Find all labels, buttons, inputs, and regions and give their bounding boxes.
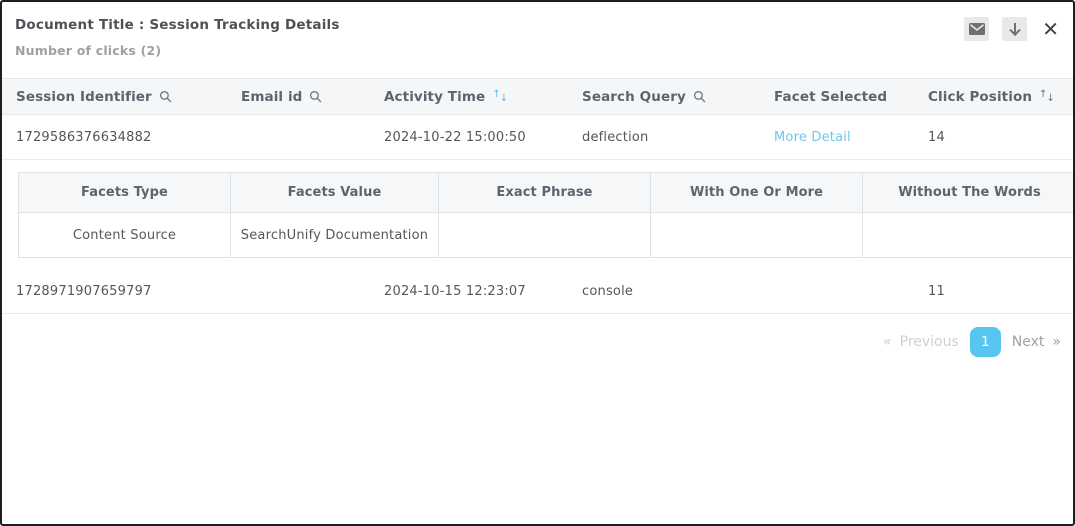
more-detail-link[interactable]: More Detail bbox=[774, 130, 851, 145]
facets-header-row: Facets Type Facets Value Exact Phrase Wi… bbox=[19, 173, 1075, 213]
mail-icon bbox=[969, 23, 985, 35]
column-header-email-id[interactable]: Email id bbox=[227, 79, 370, 114]
cell-search-query: console bbox=[568, 270, 760, 313]
cell-click-position: 11 bbox=[914, 270, 1075, 313]
cell-email-id bbox=[227, 115, 370, 159]
facets-cell-with-one-or-more bbox=[651, 213, 863, 258]
facets-data-row: Content Source SearchUnify Documentation bbox=[19, 213, 1075, 258]
column-header-session-identifier[interactable]: Session Identifier bbox=[2, 79, 227, 114]
column-header-click-position[interactable]: Click Position ↑↓ bbox=[914, 79, 1075, 114]
cell-facet-selected bbox=[760, 270, 914, 313]
search-icon[interactable] bbox=[309, 90, 322, 103]
column-header-facet-selected: Facet Selected bbox=[760, 79, 914, 114]
facets-cell-type: Content Source bbox=[19, 213, 231, 258]
facets-column-type: Facets Type bbox=[19, 173, 231, 213]
close-icon[interactable]: ✕ bbox=[1040, 19, 1061, 39]
previous-label: Previous bbox=[900, 334, 959, 350]
next-arrow: » bbox=[1052, 334, 1061, 350]
search-icon[interactable] bbox=[159, 90, 172, 103]
table-row: 1729586376634882 2024-10-22 15:00:50 def… bbox=[2, 115, 1073, 160]
table-header-row: Session Identifier Email id Activity Tim… bbox=[2, 78, 1073, 115]
next-page-button[interactable]: Next » bbox=[1012, 334, 1061, 350]
modal-header: Document Title : Session Tracking Detail… bbox=[2, 2, 1073, 78]
previous-page-button[interactable]: « Previous bbox=[883, 334, 959, 350]
clicks-count-subtitle: Number of clicks (2) bbox=[15, 43, 1059, 58]
page-number-button[interactable]: 1 bbox=[970, 327, 1001, 357]
column-label: Email id bbox=[241, 89, 302, 105]
header-actions: ✕ bbox=[964, 17, 1061, 41]
table-row: 1728971907659797 2024-10-15 12:23:07 con… bbox=[2, 270, 1073, 314]
email-button[interactable] bbox=[964, 17, 989, 41]
cell-search-query: deflection bbox=[568, 115, 760, 159]
sort-icon[interactable]: ↑↓ bbox=[1039, 92, 1055, 102]
cell-activity-time: 2024-10-15 12:23:07 bbox=[370, 270, 568, 313]
search-icon[interactable] bbox=[693, 90, 706, 103]
cell-click-position: 14 bbox=[914, 115, 1075, 159]
facets-column-value: Facets Value bbox=[231, 173, 439, 213]
column-header-search-query[interactable]: Search Query bbox=[568, 79, 760, 114]
column-label: Activity Time bbox=[384, 89, 485, 105]
download-button[interactable] bbox=[1002, 17, 1027, 41]
next-label: Next bbox=[1012, 334, 1045, 350]
column-header-activity-time[interactable]: Activity Time ↑↓ bbox=[370, 79, 568, 114]
column-label: Session Identifier bbox=[16, 89, 152, 105]
pagination: « Previous 1 Next » bbox=[2, 327, 1073, 357]
session-tracking-modal: Document Title : Session Tracking Detail… bbox=[0, 0, 1075, 526]
facets-cell-exact-phrase bbox=[439, 213, 651, 258]
sort-icon[interactable]: ↑↓ bbox=[492, 92, 508, 102]
previous-arrow: « bbox=[883, 334, 892, 350]
facets-cell-without-the-words bbox=[863, 213, 1075, 258]
facets-column-exact-phrase: Exact Phrase bbox=[439, 173, 651, 213]
cell-email-id bbox=[227, 270, 370, 313]
download-icon bbox=[1008, 22, 1022, 37]
facets-detail-panel: Facets Type Facets Value Exact Phrase Wi… bbox=[18, 172, 1073, 258]
modal-title: Document Title : Session Tracking Detail… bbox=[15, 17, 1059, 33]
column-label: Click Position bbox=[928, 89, 1032, 105]
facets-column-with-one-or-more: With One Or More bbox=[651, 173, 863, 213]
cell-activity-time: 2024-10-22 15:00:50 bbox=[370, 115, 568, 159]
column-label: Facet Selected bbox=[774, 89, 887, 105]
facets-cell-value: SearchUnify Documentation bbox=[231, 213, 439, 258]
cell-session-identifier: 1728971907659797 bbox=[2, 270, 227, 313]
facets-column-without-the-words: Without The Words bbox=[863, 173, 1075, 213]
column-label: Search Query bbox=[582, 89, 686, 105]
cell-session-identifier: 1729586376634882 bbox=[2, 115, 227, 159]
facets-table: Facets Type Facets Value Exact Phrase Wi… bbox=[18, 172, 1075, 258]
